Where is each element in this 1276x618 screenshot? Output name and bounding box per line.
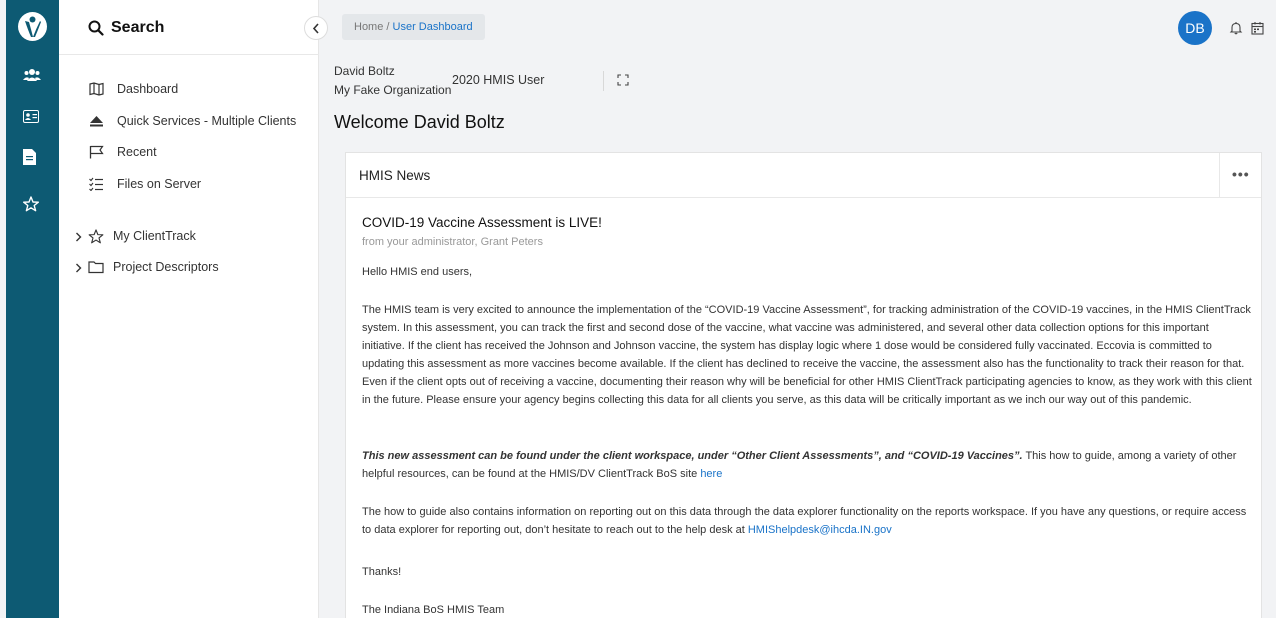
flag-icon (89, 145, 104, 159)
star-icon[interactable] (23, 196, 41, 214)
breadcrumb-home[interactable]: Home (354, 21, 383, 33)
eject-icon (89, 114, 104, 128)
calendar-icon[interactable] (1251, 21, 1265, 35)
logo-icon[interactable] (18, 12, 47, 41)
news-author: from your administrator, Grant Peters (362, 236, 543, 248)
news-title: COVID-19 Vaccine Assessment is LIVE! (362, 215, 602, 230)
icon-rail (6, 0, 59, 618)
bell-icon[interactable] (1229, 21, 1243, 35)
map-icon (89, 82, 104, 96)
more-options-button[interactable]: ••• (1219, 153, 1261, 198)
id-card-icon[interactable] (23, 110, 41, 128)
helpdesk-email-link[interactable]: HMIShelpdesk@ihcda.IN.gov (748, 524, 892, 536)
news-thanks: Thanks! (362, 566, 402, 578)
breadcrumb-separator: / (383, 21, 393, 33)
nav-label: Dashboard (117, 82, 179, 96)
user-name: David Boltz (334, 64, 395, 78)
chevron-right-icon[interactable] (75, 262, 82, 276)
nav-label: Quick Services - Multiple Clients (117, 114, 297, 128)
news-reporting-paragraph: The how to guide also contains informati… (362, 503, 1252, 539)
user-organization: My Fake Organization (334, 83, 452, 97)
search-title: Search (111, 19, 165, 36)
search-header[interactable]: Search (59, 0, 319, 55)
nav-label: Files on Server (117, 177, 202, 191)
news-emphasis: This new assessment can be found under t… (362, 450, 1023, 462)
news-greeting: Hello HMIS end users, (362, 266, 473, 278)
expand-icon[interactable] (617, 73, 629, 86)
breadcrumb: Home / User Dashboard (342, 14, 485, 40)
news-card-title: HMIS News (359, 168, 431, 183)
news-body-paragraph: The HMIS team is very excited to announc… (362, 304, 1252, 406)
avatar[interactable]: DB (1178, 11, 1212, 45)
news-card-header: HMIS News ••• (346, 153, 1261, 198)
collapse-sidebar-button[interactable] (304, 16, 328, 40)
here-link[interactable]: here (700, 468, 722, 480)
news-signoff: The Indiana BoS HMIS Team (362, 604, 505, 616)
user-role: 2020 HMIS User (452, 73, 545, 87)
breadcrumb-current: User Dashboard (392, 21, 473, 33)
users-icon[interactable] (23, 68, 41, 86)
star-icon (88, 229, 104, 247)
list-check-icon (89, 177, 104, 192)
tree-label: My ClientTrack (113, 229, 196, 243)
news-location-paragraph: This new assessment can be found under t… (362, 447, 1252, 483)
nav-label: Recent (117, 145, 157, 159)
more-icon: ••• (1232, 166, 1250, 182)
folder-icon (88, 260, 104, 277)
news-card: HMIS News ••• COVID-19 Vaccine Assessmen… (345, 152, 1262, 618)
welcome-heading: Welcome David Boltz (334, 112, 505, 132)
chevron-right-icon[interactable] (75, 231, 82, 245)
tree-label: Project Descriptors (113, 260, 219, 274)
file-icon[interactable] (23, 149, 41, 167)
search-icon (88, 20, 104, 36)
sidebar-panel: Search Dashboard Quick Services - Multip… (59, 0, 319, 618)
divider (603, 71, 604, 91)
